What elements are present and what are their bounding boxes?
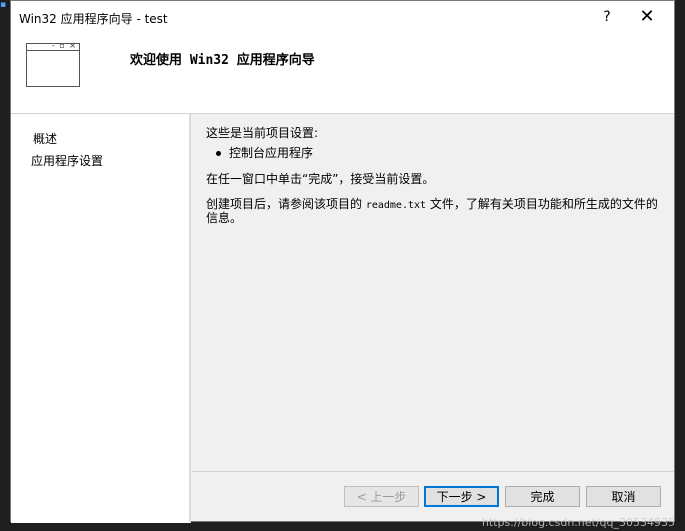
finish-hint: 在任一窗口中单击“完成”，接受当前设置。 — [206, 172, 435, 186]
help-button[interactable]: ? — [592, 5, 622, 29]
footer-divider — [192, 471, 674, 472]
window-title: Win32 应用程序向导 - test — [19, 12, 168, 26]
finish-button[interactable]: 完成 — [505, 486, 580, 507]
prev-button[interactable]: < 上一步 — [344, 486, 419, 507]
taskbar-app-icon: ▪ — [0, 0, 7, 10]
settings-bullet: 控制台应用程序 — [216, 144, 313, 161]
wizard-header: - ▫ × 欢迎使用 Win32 应用程序向导 — [11, 33, 674, 114]
watermark-text: https://blog.csdn.net/qq_30534935 — [481, 516, 675, 529]
sidebar-item-app-settings[interactable]: 应用程序设置 — [31, 152, 103, 169]
readme-hint: 创建项目后，请参阅该项目的 readme.txt 文件，了解有关项目功能和所生成… — [206, 197, 658, 225]
bullet-icon — [216, 151, 221, 156]
readme-filename: readme.txt — [365, 200, 427, 211]
wizard-dialog: Win32 应用程序向导 - test ? ✕ - ▫ × 欢迎使用 Win32… — [10, 0, 675, 523]
close-button[interactable]: ✕ — [632, 5, 662, 29]
cancel-button[interactable]: 取消 — [586, 486, 661, 507]
bullet-text: 控制台应用程序 — [229, 146, 314, 160]
wizard-window-icon: - ▫ × — [26, 41, 80, 87]
sidebar-item-overview[interactable]: 概述 — [33, 130, 57, 147]
next-button[interactable]: 下一步 > — [424, 486, 499, 507]
title-bar: Win32 应用程序向导 - test ? ✕ — [11, 1, 674, 33]
wizard-sidebar: 概述 应用程序设置 — [11, 114, 191, 523]
header-title: 欢迎使用 Win32 应用程序向导 — [130, 53, 315, 68]
wizard-content: 这些是当前项目设置: 控制台应用程序 在任一窗口中单击“完成”，接受当前设置。 … — [192, 114, 674, 471]
settings-heading: 这些是当前项目设置: — [206, 126, 319, 140]
